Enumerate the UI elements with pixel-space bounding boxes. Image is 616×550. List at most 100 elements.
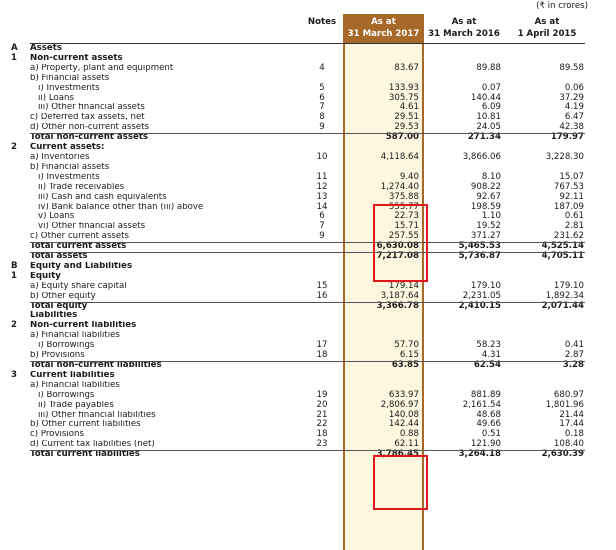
- row-code: 2: [11, 320, 17, 331]
- table-row: a) Property, plant and equipment 4 83.67 89…: [0, 62, 616, 74]
- table-row: b) Financial assets: [0, 163, 616, 173]
- row-label: iii) Other financial assets: [38, 103, 145, 113]
- row-label: i) Investments: [38, 172, 100, 182]
- highlight-box-current-liabilities: [373, 455, 428, 510]
- column-header-2015-line1: As at: [534, 17, 560, 27]
- column-header-2015-line2: 1 April 2015: [517, 29, 577, 39]
- table-row: c) Provisions 18 0.88 0.51 0.18: [0, 429, 616, 440]
- row-label: Total assets: [30, 252, 88, 262]
- row-label: b) Other equity: [30, 291, 96, 301]
- row-label: Liabilities: [30, 311, 78, 321]
- table-row: i) Borrowings 19 633.97 881.89 680.97: [0, 390, 616, 401]
- row-label: Total current assets: [30, 242, 127, 252]
- row-label: a) Inventories: [30, 152, 90, 162]
- row-value-v1: 3,366.78: [376, 300, 419, 311]
- row-value-v2: 271.34: [467, 132, 501, 143]
- row-label: a) Financial liabilities: [30, 331, 120, 341]
- row-note-ref: 4: [319, 62, 325, 73]
- table-row: A Assets: [0, 43, 616, 54]
- table-row: 2 Current assets:: [0, 142, 616, 153]
- row-value-v3: 2,630.39: [541, 449, 584, 460]
- highlight-box-current-assets: [373, 204, 428, 282]
- table-row: iv) Bank balance other than (iii) above 1…: [0, 202, 616, 213]
- row-label: a) Property, plant and equipment: [30, 63, 174, 73]
- table-row: d) Other non-current assets 9 29.53 24.05 42…: [0, 122, 616, 133]
- row-label: b) Other current liabilities: [30, 420, 141, 430]
- table-row: b) Other equity 16 3,187.64 2,231.05 1,892.3…: [0, 290, 616, 302]
- row-value-v2: 89.88: [476, 62, 501, 73]
- row-note-ref: 9: [319, 122, 325, 133]
- row-value-v2: 62.54: [473, 360, 501, 370]
- row-label: b) Provisions: [30, 351, 85, 361]
- table-row: iii) Cash and cash equivalents 13 375.88 92…: [0, 192, 616, 203]
- table-row: a) Financial liabilities: [0, 381, 616, 391]
- row-label: c) Provisions: [30, 430, 84, 440]
- row-value-v3: 4,705.11: [541, 251, 584, 262]
- row-value-v3: 3.28: [562, 360, 584, 370]
- row-label: Total current liabilities: [30, 450, 140, 460]
- row-code: 2: [11, 142, 17, 153]
- column-header-2017-line2: 31 March 2017: [347, 29, 420, 39]
- table-row: c) Other current assets 9 257.55 371.27 231.…: [0, 231, 616, 242]
- table-row: Liabilities: [0, 311, 616, 321]
- row-label: d) Current tax liabilities (net): [30, 440, 155, 450]
- table-row: a) Equity share capital 15 179.14 179.10 179…: [0, 281, 616, 292]
- table-row: vi) Other financial assets 7 15.71 19.52 2.8…: [0, 221, 616, 232]
- column-header-1-april-2015: As at 1 April 2015: [506, 16, 588, 40]
- column-header-2016-line1: As at: [451, 17, 477, 27]
- table-row: d) Current tax liabilities (net) 23 62.11 1…: [0, 439, 616, 450]
- row-label: Equity: [30, 271, 61, 281]
- table-row: iii) Other financial liabilities 21 140.08…: [0, 410, 616, 421]
- table-row: iii) Other financial assets 7 4.61 6.09 4.19: [0, 103, 616, 113]
- table-row: 2 Non-current liabilities: [0, 320, 616, 331]
- row-label: Equity and Liabilities: [30, 261, 133, 271]
- table-row: Total non-current assets 587.00 271.34 179.…: [0, 132, 616, 143]
- row-note-ref: 16: [316, 290, 328, 301]
- row-label: c) Other current assets: [30, 232, 130, 242]
- row-label: Total equity: [30, 301, 88, 311]
- table-row: ii) Trade receivables 12 1,274.40 908.22 767…: [0, 182, 616, 193]
- row-label: iii) Other financial liabilities: [38, 410, 156, 420]
- row-label: Total non-current liabilities: [30, 361, 162, 370]
- row-label: v) Loans: [38, 212, 75, 222]
- row-value-v1: 83.67: [394, 62, 419, 73]
- row-value-v2: 3,866.06: [462, 151, 501, 162]
- row-note-ref: 18: [316, 350, 328, 361]
- row-label: ii) Trade payables: [38, 400, 114, 410]
- table-row: b) Financial assets: [0, 74, 616, 84]
- row-label: iii) Cash and cash equivalents: [38, 192, 167, 202]
- table-row: i) Investments 5 133.93 0.07 0.06: [0, 83, 616, 94]
- row-label: c) Deferred tax assets, net: [30, 113, 145, 123]
- balance-sheet-table: A Assets 1 Non-current assets a) Property, p…: [0, 43, 616, 460]
- table-row: B Equity and Liabilities: [0, 261, 616, 272]
- table-row: v) Loans 6 22.73 1.10 0.61: [0, 211, 616, 222]
- row-value-v3: 179.97: [550, 132, 584, 143]
- row-note-ref: 9: [319, 231, 325, 242]
- row-label: a) Financial liabilities: [30, 380, 120, 390]
- row-label: Current liabilities: [30, 370, 115, 380]
- row-value-v3: 89.58: [559, 62, 584, 73]
- row-label: i) Borrowings: [38, 390, 95, 400]
- row-value-v1: 4,118.64: [380, 151, 419, 162]
- table-row: Total current assets 6,630.08 5,465.53 4,52…: [0, 241, 616, 252]
- row-label: Non-current assets: [30, 53, 123, 63]
- row-label: i) Investments: [38, 83, 100, 93]
- table-row: Total assets 7,217.08 5,736.87 4,705.11: [0, 251, 616, 262]
- row-label: b) Financial assets: [30, 73, 110, 83]
- row-label: ii) Loans: [38, 93, 74, 103]
- row-label: Total non-current assets: [30, 133, 148, 143]
- row-label: Non-current liabilities: [30, 321, 137, 331]
- row-label: vi) Other financial assets: [38, 222, 146, 232]
- table-row: 3 Current liabilities: [0, 369, 616, 381]
- row-code: 1: [11, 270, 17, 281]
- table-row: Total current liabilities 3,786.45 3,264.1…: [0, 449, 616, 460]
- row-note-ref: 10: [316, 151, 328, 162]
- row-label: iv) Bank balance other than (iii) above: [38, 202, 204, 212]
- row-label: Assets: [30, 44, 62, 53]
- table-row: Total equity 3,366.78 2,410.15 2,071.44: [0, 300, 616, 312]
- table-row: Total non-current liabilities 63.85 62.54 3…: [0, 360, 616, 371]
- table-row: ii) Trade payables 20 2,806.97 2,161.54 1,80…: [0, 400, 616, 411]
- row-value-v3: 2,071.44: [541, 300, 584, 311]
- row-code: 3: [11, 369, 17, 380]
- row-value-v1: 63.85: [391, 360, 419, 370]
